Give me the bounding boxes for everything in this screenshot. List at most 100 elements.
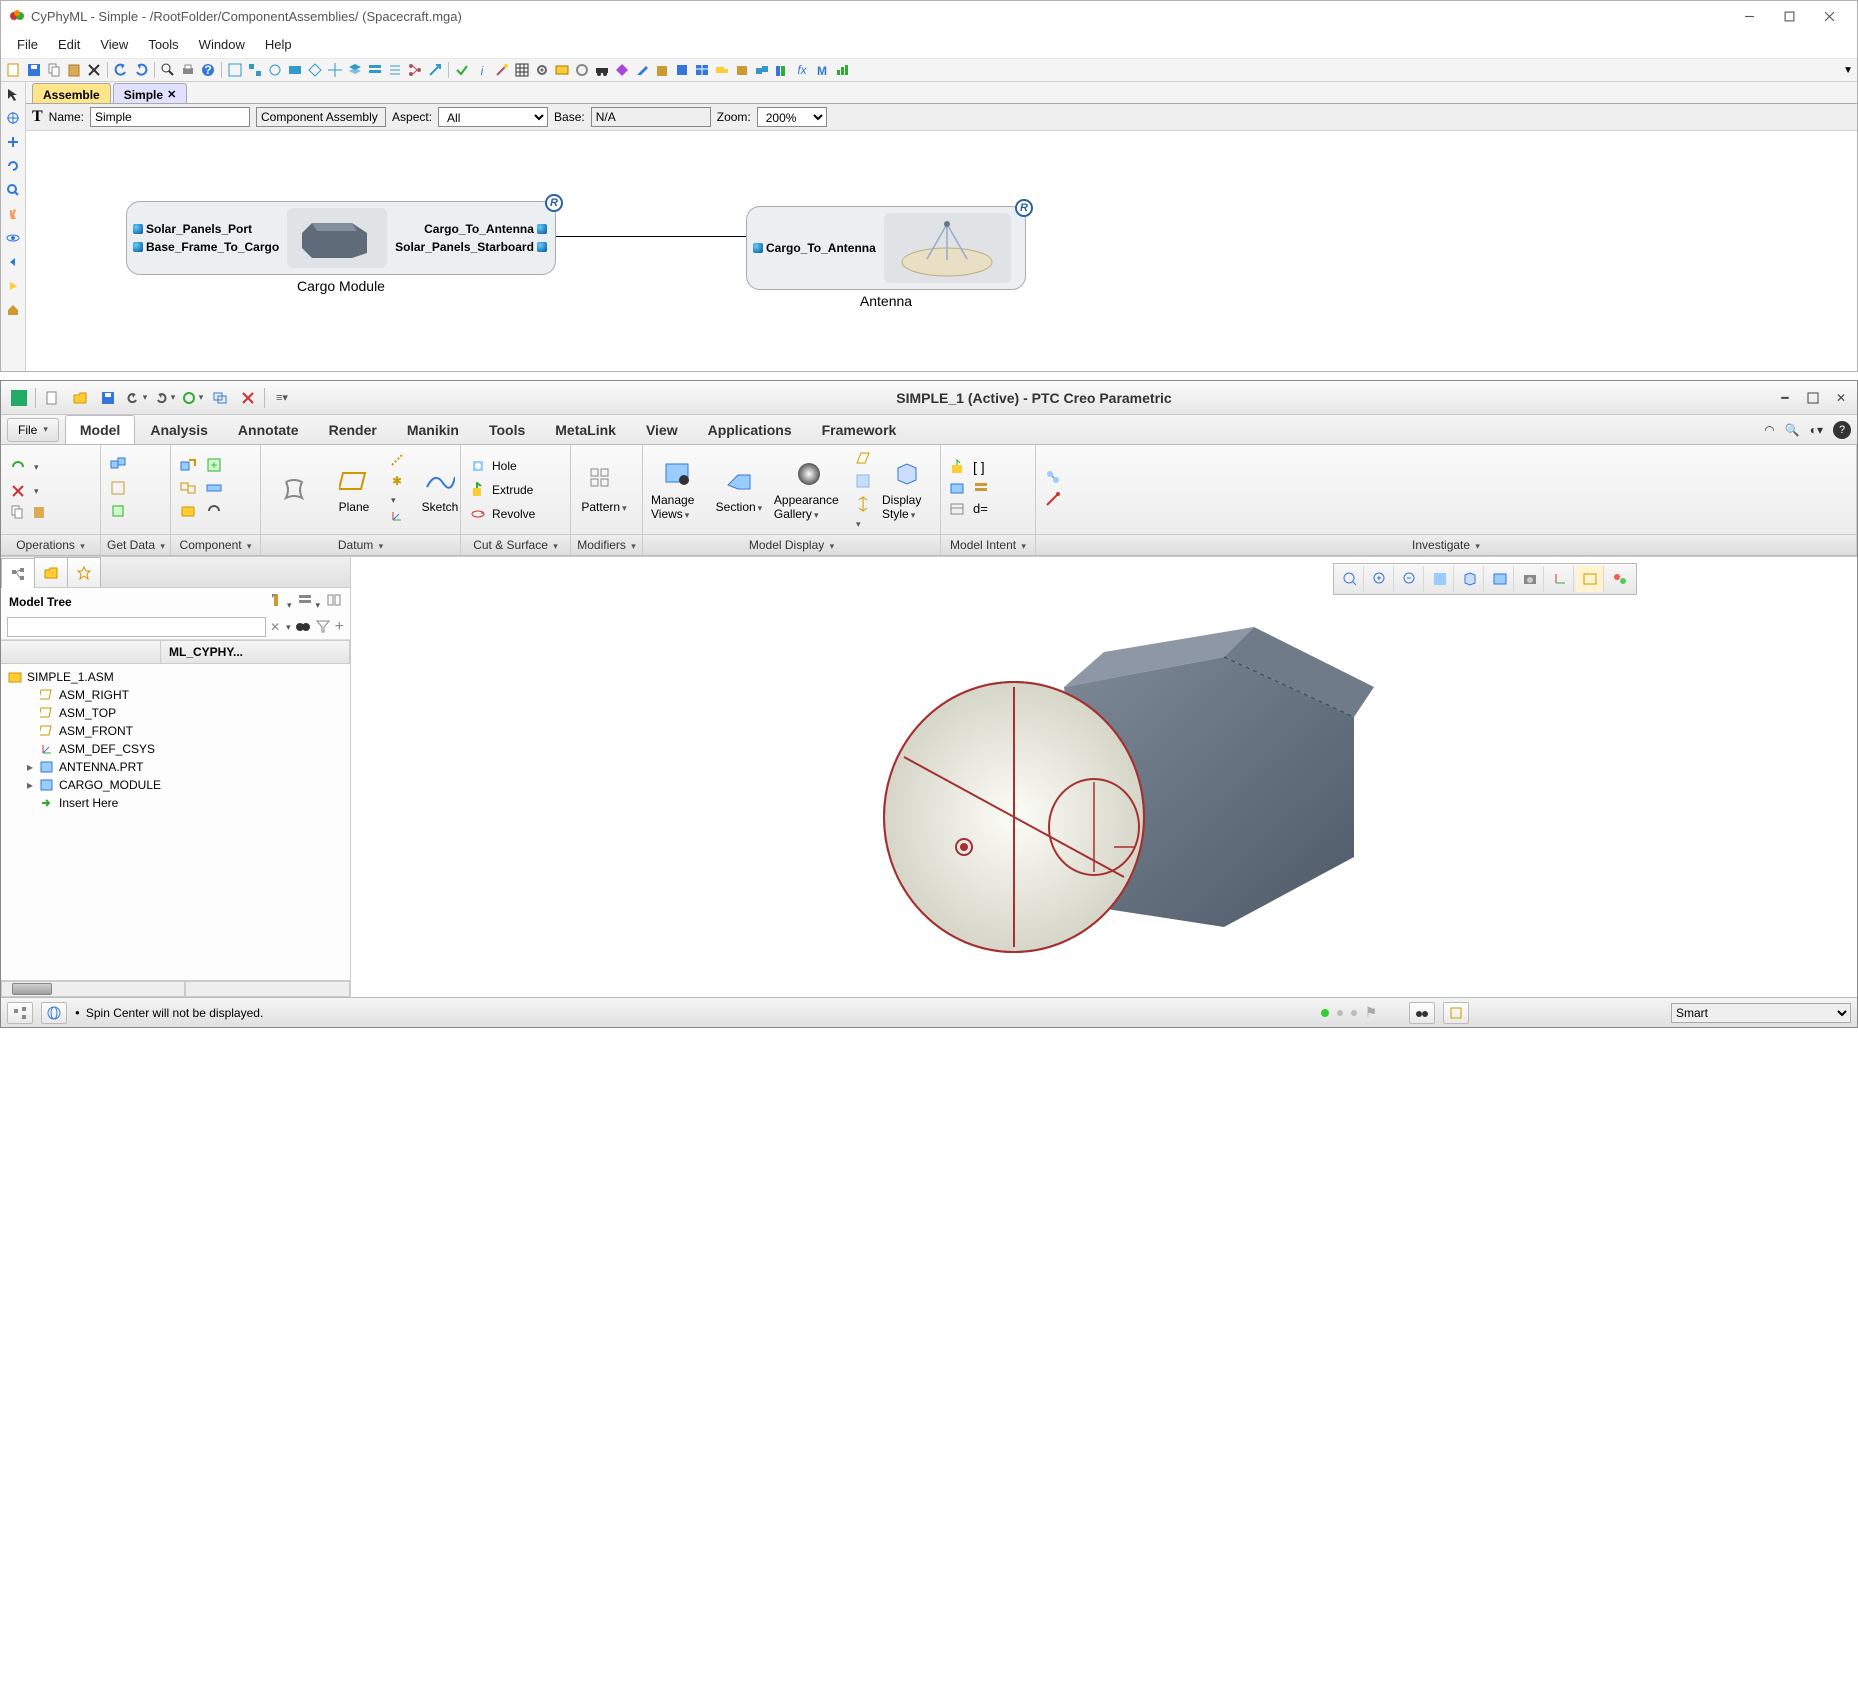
- print-icon[interactable]: [179, 61, 197, 79]
- browser-toggle[interactable]: [41, 1002, 67, 1024]
- file-menu[interactable]: File▾: [7, 418, 59, 442]
- family-table-icon[interactable]: [949, 480, 965, 499]
- text-tool-icon[interactable]: T: [32, 108, 43, 126]
- port-base-frame-to-cargo[interactable]: Base_Frame_To_Cargo: [133, 240, 279, 254]
- point-icon[interactable]: ✱▾: [389, 473, 405, 506]
- menu-view[interactable]: View: [90, 34, 138, 55]
- undo-icon[interactable]: ▾: [124, 386, 148, 410]
- tab-simple[interactable]: Simple✕: [113, 83, 188, 103]
- navigator-toggle[interactable]: [7, 1002, 33, 1024]
- gear2-icon[interactable]: [573, 61, 591, 79]
- drag-button[interactable]: [269, 474, 319, 506]
- target-icon[interactable]: [3, 108, 23, 128]
- brackets-icon[interactable]: [ ]: [973, 459, 985, 478]
- tab-tools[interactable]: Tools: [474, 415, 540, 444]
- menu-edit[interactable]: Edit: [48, 34, 90, 55]
- filter-icon[interactable]: [315, 618, 331, 637]
- tree-insert-here[interactable]: Insert Here: [1, 794, 350, 812]
- connection-edge[interactable]: [556, 236, 746, 237]
- new-file-icon[interactable]: [40, 386, 64, 410]
- tree-asm-front[interactable]: ASM_FRONT: [1, 722, 350, 740]
- creo-maximize-button[interactable]: [1803, 388, 1823, 408]
- cursor-icon[interactable]: [3, 84, 23, 104]
- building-icon[interactable]: [653, 61, 671, 79]
- zoom-select[interactable]: 200%: [757, 107, 827, 127]
- plane-button[interactable]: Plane: [329, 465, 379, 514]
- zoom-in-icon[interactable]: [1366, 566, 1394, 592]
- manage-views-button[interactable]: Manage Views▾: [651, 458, 704, 521]
- open-icon[interactable]: [68, 386, 92, 410]
- model-canvas[interactable]: R Solar_Panels_Port Base_Frame_To_Cargo …: [26, 131, 1857, 371]
- toolbar-overflow-icon[interactable]: ▼: [1843, 65, 1853, 76]
- comp1-icon[interactable]: [553, 61, 571, 79]
- comp-refresh-icon[interactable]: [205, 502, 223, 523]
- port-cargo-to-antenna-in[interactable]: Cargo_To_Antenna: [753, 241, 876, 255]
- copy-icon[interactable]: [45, 61, 63, 79]
- capture-icon[interactable]: [1516, 566, 1544, 592]
- home-icon[interactable]: [3, 300, 23, 320]
- tree-asm-right[interactable]: ASM_RIGHT: [1, 686, 350, 704]
- name-field[interactable]: [90, 107, 250, 127]
- repaint-icon[interactable]: [1426, 566, 1454, 592]
- tab-model[interactable]: Model: [65, 415, 135, 444]
- group-modeldisplay[interactable]: Model Display ▾: [643, 534, 940, 555]
- books-icon[interactable]: [773, 61, 791, 79]
- port-solar-panels-starboard[interactable]: Solar_Panels_Starboard: [395, 240, 547, 254]
- tool-icon-4[interactable]: [286, 61, 304, 79]
- car-icon[interactable]: [593, 61, 611, 79]
- find-button[interactable]: [1409, 1002, 1435, 1024]
- windows-icon[interactable]: [208, 386, 232, 410]
- menu-tools[interactable]: Tools: [138, 34, 188, 55]
- arrow-icon[interactable]: [426, 61, 444, 79]
- shading-icon[interactable]: [1456, 566, 1484, 592]
- display-style-button[interactable]: Display Style▾: [882, 458, 932, 521]
- extrude-button[interactable]: Extrude: [469, 479, 535, 501]
- comp-create-icon[interactable]: +: [205, 456, 223, 477]
- port-solar-panels-port[interactable]: Solar_Panels_Port: [133, 222, 279, 236]
- port-cargo-to-antenna[interactable]: Cargo_To_Antenna: [395, 222, 547, 236]
- binoculars-icon[interactable]: [295, 618, 311, 637]
- flag-icon[interactable]: ⚑: [1365, 1004, 1378, 1021]
- group-modelintent[interactable]: Model Intent ▾: [941, 534, 1035, 555]
- table-icon[interactable]: [693, 61, 711, 79]
- spin-center-icon[interactable]: [1606, 566, 1634, 592]
- relations-icon[interactable]: [949, 501, 965, 520]
- reference-viewer-icon[interactable]: [1044, 468, 1062, 489]
- back-icon[interactable]: [3, 252, 23, 272]
- regenerate-button[interactable]: ▾: [9, 456, 47, 478]
- assemble-icon[interactable]: [109, 456, 127, 477]
- comp-repeat-icon[interactable]: [179, 479, 197, 500]
- redo-icon[interactable]: ▾: [152, 386, 176, 410]
- selection-filter[interactable]: Smart: [1671, 1003, 1851, 1023]
- sketch-button[interactable]: Sketch: [415, 465, 465, 514]
- datum-display-icon[interactable]: [1546, 566, 1574, 592]
- tab-analysis[interactable]: Analysis: [135, 415, 223, 444]
- chip-icon[interactable]: [673, 61, 691, 79]
- menu-file[interactable]: File: [7, 34, 48, 55]
- close-window-icon[interactable]: [236, 386, 260, 410]
- save-icon[interactable]: [25, 61, 43, 79]
- tree-hscroll1[interactable]: [1, 981, 185, 997]
- copy-button[interactable]: [9, 504, 25, 523]
- d-equals-icon[interactable]: d=: [973, 501, 988, 520]
- zoom-icon[interactable]: [3, 180, 23, 200]
- saved-view-icon[interactable]: [1486, 566, 1514, 592]
- undo-icon[interactable]: [112, 61, 130, 79]
- layers-icon[interactable]: [346, 61, 364, 79]
- tool-icon-3[interactable]: [266, 61, 284, 79]
- tree-tab-fav[interactable]: [67, 557, 101, 587]
- tab-metalink[interactable]: MetaLink: [540, 415, 631, 444]
- chart-icon[interactable]: [833, 61, 851, 79]
- wand-icon[interactable]: [493, 61, 511, 79]
- group-investigate[interactable]: Investigate ▾: [1036, 534, 1856, 555]
- tab-render[interactable]: Render: [314, 415, 392, 444]
- node-antenna[interactable]: R Cargo_To_Antenna Antenna: [746, 206, 1026, 290]
- ribbon-collapse-icon[interactable]: ◠: [1764, 423, 1774, 437]
- zoom-out-icon[interactable]: [1396, 566, 1424, 592]
- redo-icon[interactable]: [132, 61, 150, 79]
- save-icon[interactable]: [96, 386, 120, 410]
- creo-minimize-button[interactable]: ━: [1775, 388, 1795, 408]
- learning-icon[interactable]: ◐▾: [1810, 423, 1823, 437]
- clear-search-icon[interactable]: ✕: [270, 620, 280, 634]
- paste-icon[interactable]: [65, 61, 83, 79]
